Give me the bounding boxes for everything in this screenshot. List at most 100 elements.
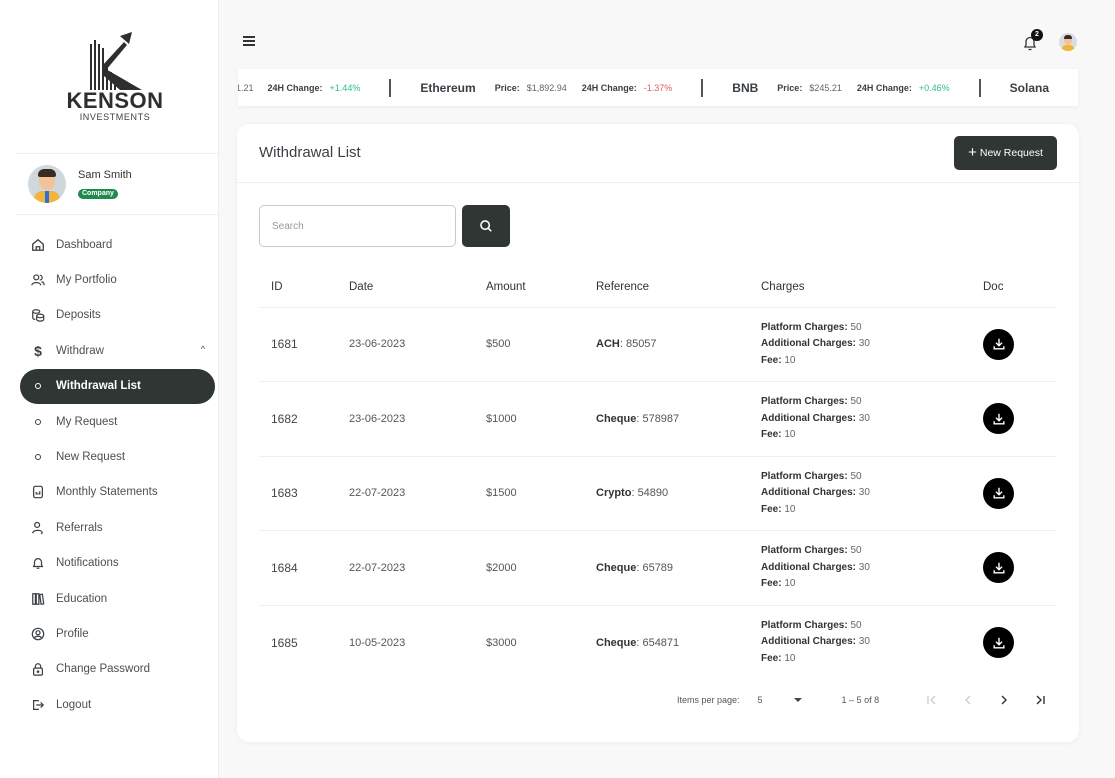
cell-reference: Crypto: 54890 [584,456,749,531]
additional-charges-value: 30 [856,636,870,648]
brand-name: KENSON [66,88,164,113]
sidebar-item-label: New Request [56,451,126,464]
dropdown-arrow-icon [793,698,802,702]
user-profile[interactable]: Sam Smith Company [28,165,132,203]
sidebar-item-label: Education [56,592,108,605]
chevron-right-icon [1001,695,1008,705]
platform-charges-label: Platform Charges: [761,619,848,631]
sidebar-item-education[interactable]: Education [20,581,215,616]
platform-charges-value: 50 [847,619,862,631]
column-header-amount[interactable]: Amount [474,268,584,308]
new-request-button[interactable]: + New Request [954,136,1057,170]
platform-charges-value: 50 [847,396,862,407]
cell-doc [971,307,1056,382]
table-row: 1681 23-06-2023 $500 ACH: 85057 Platform Cha… [259,307,1056,382]
reference-number: : 65789 [636,561,674,574]
ticker-separator [389,78,392,97]
bullet-icon [35,454,41,461]
fee-value: 10 [781,652,796,664]
additional-charges-value: 30 [856,561,870,573]
download-doc-button[interactable] [983,627,1014,658]
column-header-charges[interactable]: Charges [749,268,971,308]
chevron-up-icon[interactable]: ^ [201,344,205,354]
logo-mark-icon [90,32,142,90]
sidebar-item-withdrawal-list[interactable]: Withdrawal List [20,368,215,404]
table-row: 1685 10-05-2023 $3000 Cheque: 654871 Platfor… [259,605,1056,680]
cell-id: 1681 [259,307,337,382]
cell-amount: $1500 [474,456,584,531]
sidebar-item-label: My Request [56,415,118,428]
ticker-change-label: 24H Change: [856,82,912,93]
statement-icon [31,485,45,499]
role-badge: Company [78,189,118,199]
ticker-change: -1.37% [643,82,673,93]
sidebar-item-change-password[interactable]: Change Password [20,652,215,687]
reference-type: Cheque [596,561,637,574]
column-header-reference[interactable]: Reference [584,268,749,308]
ticker-separator [701,78,704,97]
bullet-icon [35,383,41,390]
ticker-separator [978,78,981,97]
items-per-page-value: 5 [757,695,763,705]
bullet-icon [35,418,41,425]
items-per-page-select[interactable]: 5 [758,695,802,705]
ticker-change: +1.44% [329,82,361,93]
table-row: 1682 23-06-2023 $1000 Cheque: 578987 Platfor… [259,381,1056,457]
search-input[interactable] [259,205,456,247]
sidebar-item-label: Dashboard [56,238,113,251]
ticker-coin-name: Ethereum [420,80,476,95]
column-header-doc[interactable]: Doc [971,268,1056,308]
platform-charges-label: Platform Charges: [761,470,848,482]
search-button[interactable] [462,205,510,247]
ticker-price: $1,892.94 [526,82,567,93]
search-icon [480,220,492,232]
sidebar-item-profile[interactable]: Profile [20,616,215,651]
avatar [28,165,66,203]
coins-icon [31,308,45,323]
column-header-date[interactable]: Date [337,268,474,308]
bell-icon [31,556,45,570]
reference-number: : 654871 [636,636,680,649]
hamburger-menu-icon[interactable] [243,36,255,46]
sidebar-item-referrals[interactable]: Referrals [20,510,215,545]
sidebar-item-my-request[interactable]: My Request [20,404,215,439]
sidebar: KENSON INVESTMENTS Sam Smith Company Das… [0,0,219,778]
kenson-logo[interactable]: KENSON INVESTMENTS [60,30,170,130]
first-page-button[interactable] [914,694,950,706]
card-header-divider [237,182,1079,183]
sidebar-item-dashboard[interactable]: Dashboard [20,227,215,262]
last-page-button[interactable] [1022,694,1058,706]
user-avatar-menu[interactable] [1059,33,1077,51]
cell-doc [971,530,1056,606]
user-name: Sam Smith [78,169,132,181]
cell-doc [971,456,1056,531]
previous-page-button[interactable] [950,694,986,706]
lock-icon [31,662,45,677]
additional-charges-label: Additional Charges: [761,338,857,349]
fee-value: 10 [781,578,796,589]
sidebar-item-new-request[interactable]: New Request [20,439,215,474]
withdrawal-list-card: Withdrawal List + New Request ID Date Am… [237,124,1079,742]
cell-reference: Cheque: 65789 [584,530,749,606]
column-header-id[interactable]: ID [259,268,337,308]
cell-charges: Platform Charges: 50 Additional Charges: … [749,605,971,680]
sidebar-item-label: Deposits [56,309,101,322]
sidebar-item-logout[interactable]: Logout [20,687,215,722]
cell-charges: Platform Charges: 50 Additional Charges: … [749,456,971,531]
sidebar-item-notifications[interactable]: Notifications [20,546,215,581]
download-doc-button[interactable] [983,403,1014,435]
ticker-change-label: 24H Change: [581,82,637,93]
download-doc-button[interactable] [983,477,1014,509]
sidebar-item-deposits[interactable]: Deposits [20,298,215,333]
pagination: Items per page: 5 1 – 5 of 8 [677,690,1058,710]
sidebar-item-label: Withdrawal List [56,380,141,393]
notification-count-badge: 2 [1031,29,1043,41]
reference-type: Crypto [596,487,632,500]
sidebar-item-withdraw[interactable]: $ Withdraw ^ [20,333,215,368]
sidebar-item-label: Logout [56,698,92,711]
sidebar-item-my-portfolio[interactable]: My Portfolio [20,262,215,297]
next-page-button[interactable] [986,694,1022,706]
download-doc-button[interactable] [983,552,1014,584]
download-doc-button[interactable] [983,328,1014,360]
sidebar-item-monthly-statements[interactable]: Monthly Statements [20,475,215,510]
